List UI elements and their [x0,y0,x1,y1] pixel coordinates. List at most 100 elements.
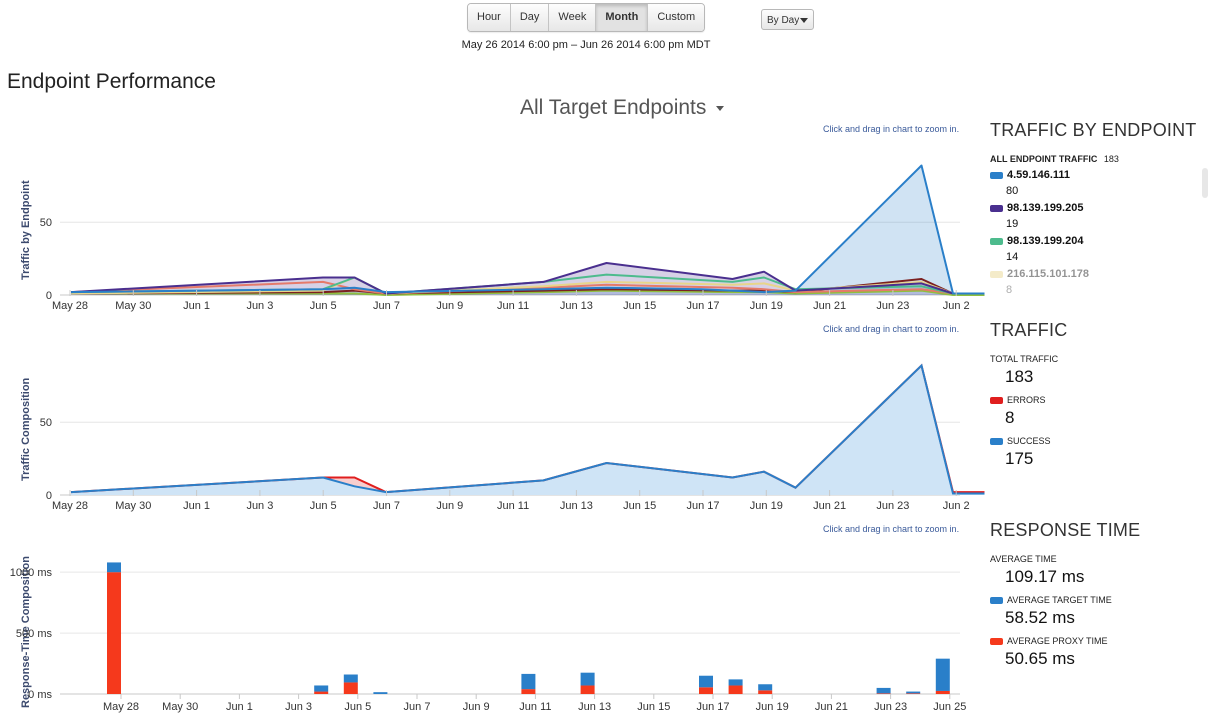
x-tick-label: May 30 [115,300,151,312]
x-tick-label: Jun 3 [246,500,273,512]
x-tick-label: Jun 5 [310,300,337,312]
traffic-title: TRAFFIC [990,320,1068,340]
proxy-bar [935,690,950,694]
range-custom-button[interactable]: Custom [648,4,705,31]
range-week-button[interactable]: Week [549,4,597,31]
range-day-button[interactable]: Day [510,4,550,31]
proxy-bar [343,682,358,694]
x-tick-label: May 28 [103,701,139,713]
date-range-label: May 26 2014 6:00 pm – Jun 26 2014 6:00 p… [461,39,711,51]
all-endpoint-label: ALL ENDPOINT TRAFFIC [990,154,1098,164]
page-title: Endpoint Performance [7,70,216,93]
group-by-label: By Day [767,15,800,26]
x-tick-label: Jun 11 [497,300,529,312]
x-tick-label: Jun 11 [519,701,551,713]
zoom-hint: Click and drag in chart to zoom in. [823,124,960,134]
proxy-bar [906,693,921,694]
x-tick-label: Jun 19 [750,300,783,312]
success-legend: SUCCESS [990,436,1051,446]
target-bar [906,691,921,694]
range-month-button[interactable]: Month [596,4,649,31]
range-hour-button[interactable]: Hour [468,4,511,31]
traffic-by-endpoint-chart[interactable]: 050May 28 May 30 Jun 1 Jun 3 Jun 5 Jun 7 Jun 9… [0,140,985,320]
traffic-composition-chart[interactable]: 050May 28 May 30 Jun 1 Jun 3 Jun 5 Jun 7 Jun 9… [0,340,985,520]
endpoint-count: 8 [1006,284,1013,296]
endpoint-item[interactable]: 216.115.101.178 [990,268,1089,280]
all-endpoint-traffic[interactable]: ALL ENDPOINT TRAFFIC 183 [990,154,1119,164]
response-time-chart[interactable]: 0 ms 500 ms 1000 ms May 28 May 30 Jun 1 Jun 3 J… [0,540,980,716]
x-tick-label: Jun 17 [686,300,719,312]
y-tick-label: 50 [40,217,52,229]
errors-label: ERRORS [1007,395,1046,405]
response-time-title: RESPONSE TIME [990,520,1141,540]
proxy-bar [728,685,743,694]
endpoint-list-scrollbar[interactable] [1202,168,1208,198]
x-tick-label: Jun 23 [876,300,909,312]
endpoint-item[interactable]: 98.139.199.205 [990,202,1083,214]
endpoint-count: 14 [1006,251,1019,263]
proxy-time-label: AVERAGE PROXY TIME [1007,636,1108,646]
success-value: 175 [1005,449,1034,468]
x-tick-label: Jun 13 [560,300,593,312]
errors-legend: ERRORS [990,395,1046,405]
all-endpoint-count: 183 [1103,154,1119,164]
target-bar [935,658,950,691]
traffic-by-endpoint-title: TRAFFIC BY ENDPOINT [990,120,1197,140]
target-time-legend: AVERAGE TARGET TIME [990,595,1112,605]
target-bar [107,562,121,573]
x-tick-label: May 30 [115,500,151,512]
x-tick-label: Jun 9 [436,500,463,512]
x-tick-label: Jun 17 [696,701,729,713]
y-tick-label: 1000 ms [10,567,53,579]
x-tick-label: Jun 23 [876,500,909,512]
x-tick-label: Jun 1 [183,300,210,312]
group-by-dropdown[interactable]: By Day [761,9,814,30]
x-tick-label: Jun 23 [874,701,907,713]
target-bar [373,692,388,694]
endpoint-count: 80 [1006,185,1019,197]
x-tick-label: Jun 15 [637,701,670,713]
x-tick-label: Jun 5 [310,500,337,512]
legend-swatch [990,438,1003,446]
zoom-hint: Click and drag in chart to zoom in. [823,524,960,534]
x-tick-label: Jun 9 [463,701,490,713]
target-time-label: AVERAGE TARGET TIME [1007,595,1112,605]
success-area [71,365,985,495]
proxy-bar [758,690,773,694]
target-bar [758,684,773,691]
x-tick-label: Jun 15 [623,300,656,312]
endpoint-ip: 98.139.199.205 [1007,202,1084,214]
x-tick-label: May 28 [52,500,88,512]
endpoint-item[interactable]: 4.59.146.111 [990,169,1070,181]
x-tick-label: Jun 13 [560,500,593,512]
endpoint-ip: 216.115.101.178 [1007,268,1089,280]
x-tick-label: Jun 21 [813,300,846,312]
x-tick-label: Jun 21 [813,500,846,512]
legend-swatch [990,638,1003,646]
target-bar [876,687,891,694]
proxy-bar [107,572,121,694]
endpoint-list: 4.59.146.111 80 98.139.199.205 19 98.139… [988,167,1198,302]
x-tick-label: Jun 3 [246,300,273,312]
success-label: SUCCESS [1007,436,1051,446]
proxy-time-value: 50.65 ms [1005,649,1075,668]
proxy-bar [580,685,595,694]
x-tick-label: May 30 [162,701,198,713]
y-tick-label: 500 ms [16,628,53,640]
legend-swatch [990,171,1003,179]
x-tick-label: Jun 2 [943,300,970,312]
zoom-hint: Click and drag in chart to zoom in. [823,324,960,334]
x-tick-label: Jun 25 [933,701,966,713]
target-bar [343,674,358,683]
target-bar [699,675,713,688]
x-tick-label: Jun 19 [750,500,783,512]
proxy-time-legend: AVERAGE PROXY TIME [990,636,1108,646]
legend-swatch [990,204,1003,212]
x-tick-label: Jun 7 [404,701,431,713]
x-tick-label: Jun 21 [815,701,848,713]
endpoint-item[interactable]: 98.139.199.204 [990,235,1083,247]
target-endpoint-dropdown[interactable]: All Target Endpoints [520,96,725,120]
x-tick-label: Jun 7 [373,300,400,312]
x-tick-label: Jun 7 [373,500,400,512]
time-range-selector: Hour Day Week Month Custom [467,3,706,32]
